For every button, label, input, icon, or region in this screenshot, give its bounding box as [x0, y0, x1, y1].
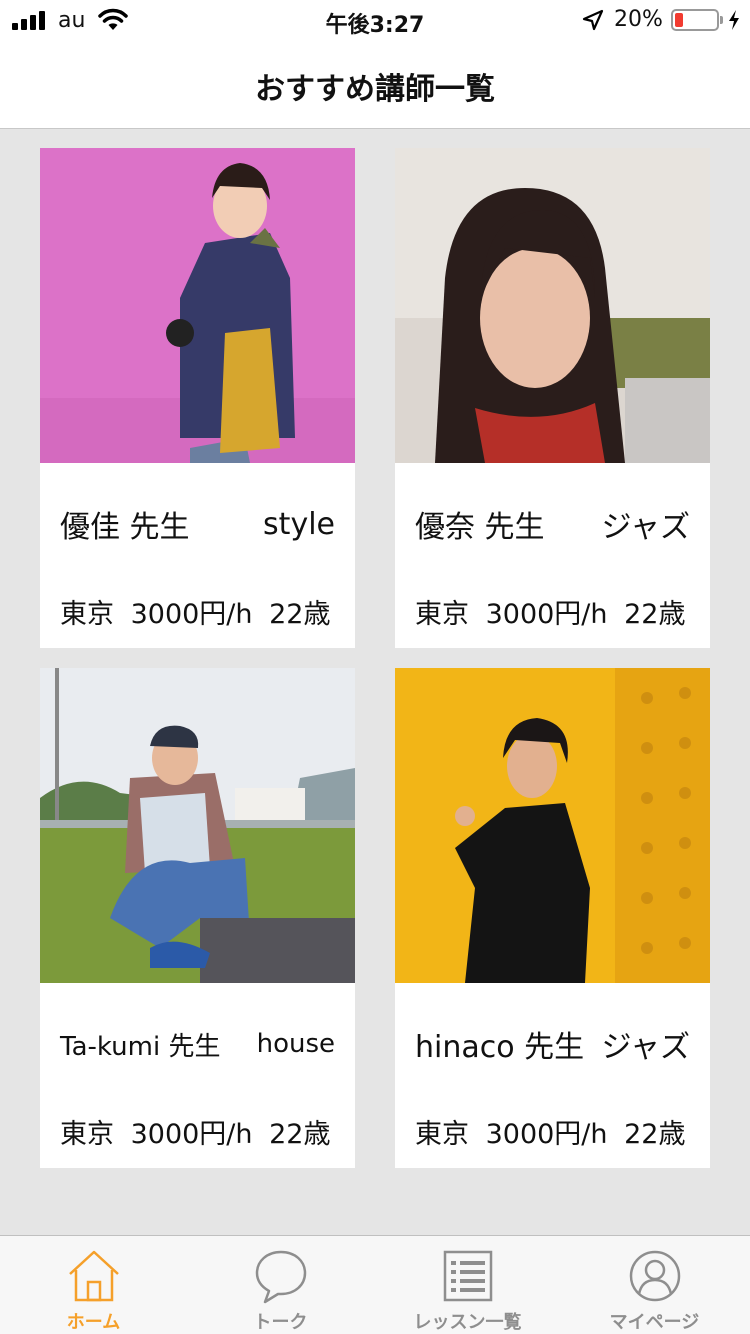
charging-bolt-icon — [729, 10, 739, 30]
teacher-age: 22歳 — [624, 1119, 686, 1150]
tab-talk[interactable]: トーク — [187, 1236, 374, 1334]
teacher-info: 東京 3000円/h 22歳 — [60, 592, 330, 631]
teacher-photo — [40, 148, 355, 463]
teacher-price: 3000円/h — [130, 1119, 253, 1150]
teacher-price: 3000円/h — [485, 599, 608, 630]
battery-percent: 20% — [614, 7, 663, 32]
teacher-age: 22歳 — [269, 599, 331, 630]
teacher-info: 東京 3000円/h 22歳 — [60, 1112, 330, 1151]
tab-bar: ホーム トーク レッスン一覧 マイページ — [0, 1235, 750, 1334]
teacher-genre: ジャズ — [601, 1030, 691, 1065]
user-icon — [629, 1250, 680, 1302]
teacher-info: 東京 3000円/h 22歳 — [415, 592, 685, 631]
battery-icon — [671, 9, 719, 31]
tab-mypage[interactable]: マイページ — [561, 1236, 748, 1334]
tab-label: レッスン一覧 — [413, 1312, 522, 1333]
teacher-age: 22歳 — [624, 599, 686, 630]
tab-lessons[interactable]: レッスン一覧 — [374, 1236, 561, 1334]
teacher-card[interactable]: 優佳 先生 style 東京 3000円/h 22歳 — [40, 148, 355, 648]
teacher-photo — [40, 668, 355, 983]
teacher-photo — [395, 668, 710, 983]
teacher-card[interactable]: hinaco 先生 ジャズ 東京 3000円/h 22歳 — [395, 668, 710, 1168]
teacher-name: Ta-kumi 先生 — [60, 1031, 221, 1062]
teacher-name: 優奈 先生 — [415, 510, 545, 545]
teacher-location: 東京 — [415, 1119, 469, 1150]
location-arrow-icon — [582, 9, 604, 31]
tab-label: ホーム — [66, 1312, 121, 1333]
status-bar: au 午後3:27 20% — [0, 0, 750, 40]
teacher-price: 3000円/h — [130, 599, 253, 630]
teacher-location: 東京 — [60, 599, 114, 630]
teacher-card[interactable]: 優奈 先生 ジャズ 東京 3000円/h 22歳 — [395, 148, 710, 648]
home-icon — [68, 1250, 119, 1302]
page-title: おすすめ講師一覧 — [255, 72, 495, 107]
teacher-photo — [395, 148, 710, 463]
teacher-location: 東京 — [415, 599, 469, 630]
tab-home[interactable]: ホーム — [0, 1236, 187, 1334]
teacher-genre: ジャズ — [601, 510, 691, 545]
tab-label: マイページ — [609, 1312, 700, 1333]
tab-label: トーク — [253, 1312, 308, 1333]
chat-bubble-icon — [255, 1250, 306, 1304]
teacher-info: 東京 3000円/h 22歳 — [415, 1112, 685, 1151]
teacher-card[interactable]: Ta-kumi 先生 house 東京 3000円/h 22歳 — [40, 668, 355, 1168]
navigation-bar: おすすめ講師一覧 — [0, 40, 750, 129]
teacher-genre: style — [263, 506, 335, 542]
teacher-price: 3000円/h — [485, 1119, 608, 1150]
teacher-name: hinaco 先生 — [415, 1030, 585, 1065]
teacher-name: 優佳 先生 — [60, 510, 190, 545]
teacher-location: 東京 — [60, 1119, 114, 1150]
list-icon — [443, 1250, 492, 1302]
teacher-genre: house — [256, 1029, 335, 1059]
teacher-age: 22歳 — [269, 1119, 331, 1150]
